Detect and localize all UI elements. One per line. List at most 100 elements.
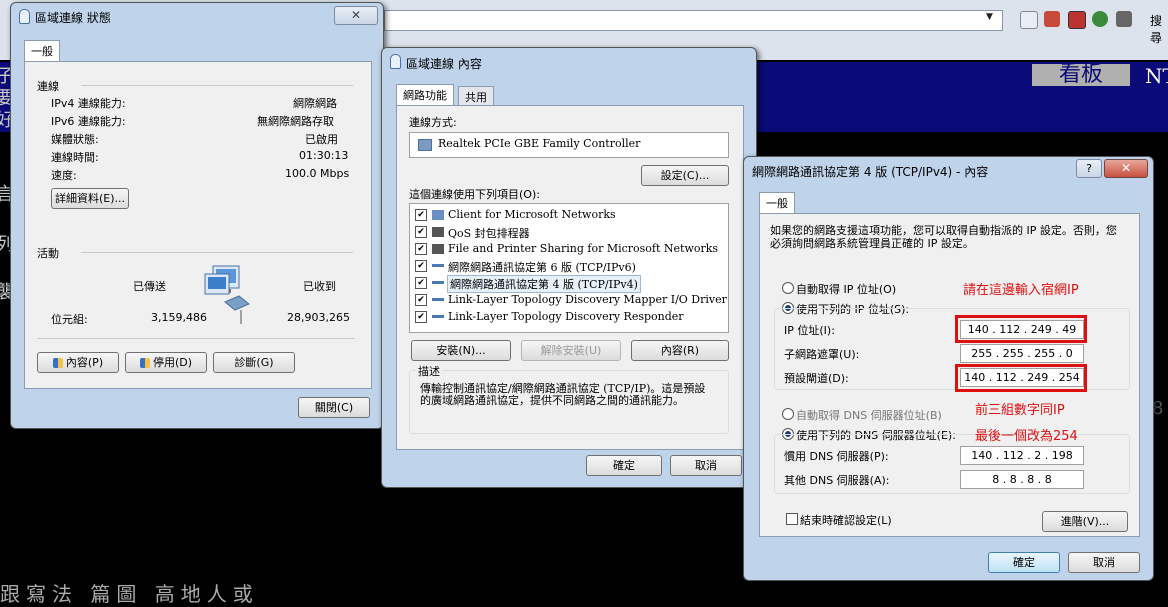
close-icon[interactable]: ✕ [334, 6, 378, 25]
install-button[interactable]: 安裝(N)... [411, 340, 511, 361]
client-icon [432, 210, 444, 220]
configure-button[interactable]: 設定(C)... [641, 165, 729, 186]
properties-window: 區域連線 內容 網路功能 共用 連線方式: Realtek PCIe GBE F… [381, 47, 757, 488]
network-adapter-icon [19, 9, 30, 24]
gateway-highlight-box [955, 364, 1087, 392]
auto-ip-label[interactable]: 自動取得 IP 位址(O) [796, 281, 896, 297]
list-item-selected[interactable]: ✔ 網際網路通訊協定第 4 版 (TCP/IPv4) [410, 275, 728, 293]
description-label: 描述 [416, 363, 442, 379]
board-suffix: NT [1145, 64, 1168, 88]
media-state-label: 媒體狀態: [51, 133, 99, 146]
checkbox[interactable]: ✔ [415, 277, 427, 289]
annotation-note: 請在這邊輸入宿網IP [963, 283, 1079, 298]
ipv6-connectivity-value: 無網際網路存取 [257, 115, 334, 128]
properties-button[interactable]: 內容(P) [37, 352, 119, 373]
cancel-button[interactable]: 取消 [670, 455, 742, 476]
subnet-mask-input[interactable]: 255 . 255 . 255 . 0 [960, 344, 1084, 363]
print-icon[interactable] [1068, 11, 1086, 29]
close-button[interactable]: 關閉(C) [298, 397, 370, 418]
close-icon[interactable]: ✕ [1104, 159, 1148, 178]
auto-dns-label[interactable]: 自動取得 DNS 伺服器位址(B) [796, 407, 942, 423]
details-button[interactable]: 詳細資料(E)... [51, 188, 129, 209]
description-text: 傳輸控制通訊協定/網際網路通訊協定 (TCP/IP)。這是預設的廣域網路通訊協定… [420, 382, 706, 407]
tab-general[interactable]: 一般 [759, 192, 795, 213]
feed-icon[interactable] [1044, 11, 1060, 27]
checkbox[interactable]: ✔ [415, 294, 427, 306]
diagnose-button[interactable]: 診斷(G) [213, 352, 295, 373]
tools-icon[interactable] [1116, 11, 1132, 27]
list-item-label: Client for Microsoft Networks [448, 208, 616, 221]
list-item[interactable]: ✔ 網際網路通訊協定第 6 版 (TCP/IPv6) [410, 258, 728, 274]
tab-general[interactable]: 一般 [24, 40, 60, 61]
checkbox[interactable]: ✔ [415, 311, 427, 323]
speed-value: 100.0 Mbps [285, 167, 350, 180]
uninstall-button[interactable]: 解除安裝(U) [521, 340, 621, 361]
board-label[interactable]: 看板 [1032, 64, 1130, 86]
alternate-dns-input[interactable]: 8 . 8 . 8 . 8 [960, 470, 1084, 489]
globe-icon[interactable] [1092, 11, 1108, 27]
description-group: 描述 傳輸控制通訊協定/網際網路通訊協定 (TCP/IP)。這是預設的廣域網路通… [409, 363, 729, 434]
list-item-label: Link-Layer Topology Discovery Mapper I/O… [448, 293, 727, 306]
checkbox[interactable]: ✔ [415, 209, 427, 221]
annotation-note: 前三組數字同IP [975, 403, 1065, 418]
list-item-label: File and Printer Sharing for Microsoft N… [448, 242, 719, 255]
shield-icon [139, 358, 150, 368]
service-icon [432, 244, 444, 254]
status-window-title: 區域連線 狀態 [35, 11, 111, 25]
properties-button-label: 內容(P) [65, 356, 104, 369]
home-icon[interactable] [1020, 11, 1038, 29]
list-item-label: QoS 封包排程器 [448, 227, 530, 240]
checkbox[interactable]: ✔ [415, 226, 427, 238]
auto-dns-radio[interactable] [782, 408, 794, 420]
status-window: 區域連線 狀態 ✕ 一般 連線 IPv4 連線能力: 網際網路 IPv6 連線能… [10, 2, 384, 429]
ipv4-connectivity-value: 網際網路 [293, 97, 337, 110]
ok-button[interactable]: 確定 [988, 552, 1060, 573]
search-label[interactable]: 搜尋 [1150, 12, 1168, 46]
network-adapter-icon [390, 54, 401, 69]
checkbox[interactable]: ✔ [415, 260, 427, 272]
adapter-name: Realtek PCIe GBE Family Controller [438, 137, 641, 150]
ipv6-connectivity-label: IPv6 連線能力: [51, 115, 126, 128]
ipv4-window: 網際網路通訊協定第 4 版 (TCP/IPv4) - 內容 ? ✕ 一般 如果您… [743, 156, 1154, 581]
divider [81, 85, 353, 86]
annotation-note: 最後一個改為254 [975, 429, 1078, 444]
cancel-button[interactable]: 取消 [1068, 552, 1140, 573]
list-item[interactable]: ✔ QoS 封包排程器 [410, 224, 728, 240]
checkbox[interactable]: ✔ [415, 243, 427, 255]
validate-label[interactable]: 結束時確認設定(L) [800, 512, 892, 528]
preferred-dns-label: 慣用 DNS 伺服器(P): [784, 450, 889, 463]
alternate-dns-label: 其他 DNS 伺服器(A): [784, 474, 890, 487]
bytes-sent-value: 3,159,486 [151, 311, 207, 324]
list-item-label: 網際網路通訊協定第 6 版 (TCP/IPv6) [448, 261, 636, 274]
properties-window-title: 區域連線 內容 [406, 57, 482, 71]
validate-checkbox[interactable] [786, 513, 798, 525]
gateway-label: 預設閘道(D): [784, 372, 849, 385]
disable-button[interactable]: 停用(D) [125, 352, 207, 373]
speed-label: 速度: [51, 169, 77, 182]
protocol-icon [432, 281, 444, 284]
help-icon[interactable]: ? [1076, 159, 1102, 178]
tab-sharing[interactable]: 共用 [458, 86, 494, 107]
bytes-label: 位元組: [51, 313, 88, 326]
preferred-dns-input[interactable]: 140 . 112 . 2 . 198 [960, 446, 1084, 465]
list-item[interactable]: ✔ File and Printer Sharing for Microsoft… [410, 241, 728, 257]
bytes-received-value: 28,903,265 [287, 311, 350, 324]
list-item-label: 網際網路通訊協定第 4 版 (TCP/IPv4) [447, 275, 641, 293]
auto-ip-radio[interactable] [782, 282, 794, 294]
advanced-button[interactable]: 進階(V)... [1042, 511, 1128, 532]
connect-using-label: 連線方式: [409, 116, 457, 129]
items-list: ✔ Client for Microsoft Networks ✔ QoS 封包… [409, 203, 729, 333]
list-item[interactable]: ✔ Link-Layer Topology Discovery Responde… [410, 309, 728, 325]
address-dropdown-icon[interactable]: ▼ [986, 12, 993, 22]
address-bar[interactable] [384, 10, 1003, 31]
protocol-icon [432, 264, 444, 267]
list-item[interactable]: ✔ Client for Microsoft Networks [410, 207, 728, 223]
duration-label: 連線時間: [51, 151, 99, 164]
ok-button[interactable]: 確定 [586, 455, 662, 476]
tab-networking[interactable]: 網路功能 [396, 84, 454, 105]
divider [81, 252, 353, 253]
item-properties-button[interactable]: 內容(R) [631, 340, 729, 361]
items-label: 這個連線使用下列項目(O): [409, 188, 540, 201]
list-item[interactable]: ✔ Link-Layer Topology Discovery Mapper I… [410, 292, 728, 308]
network-activity-icon [204, 265, 250, 324]
